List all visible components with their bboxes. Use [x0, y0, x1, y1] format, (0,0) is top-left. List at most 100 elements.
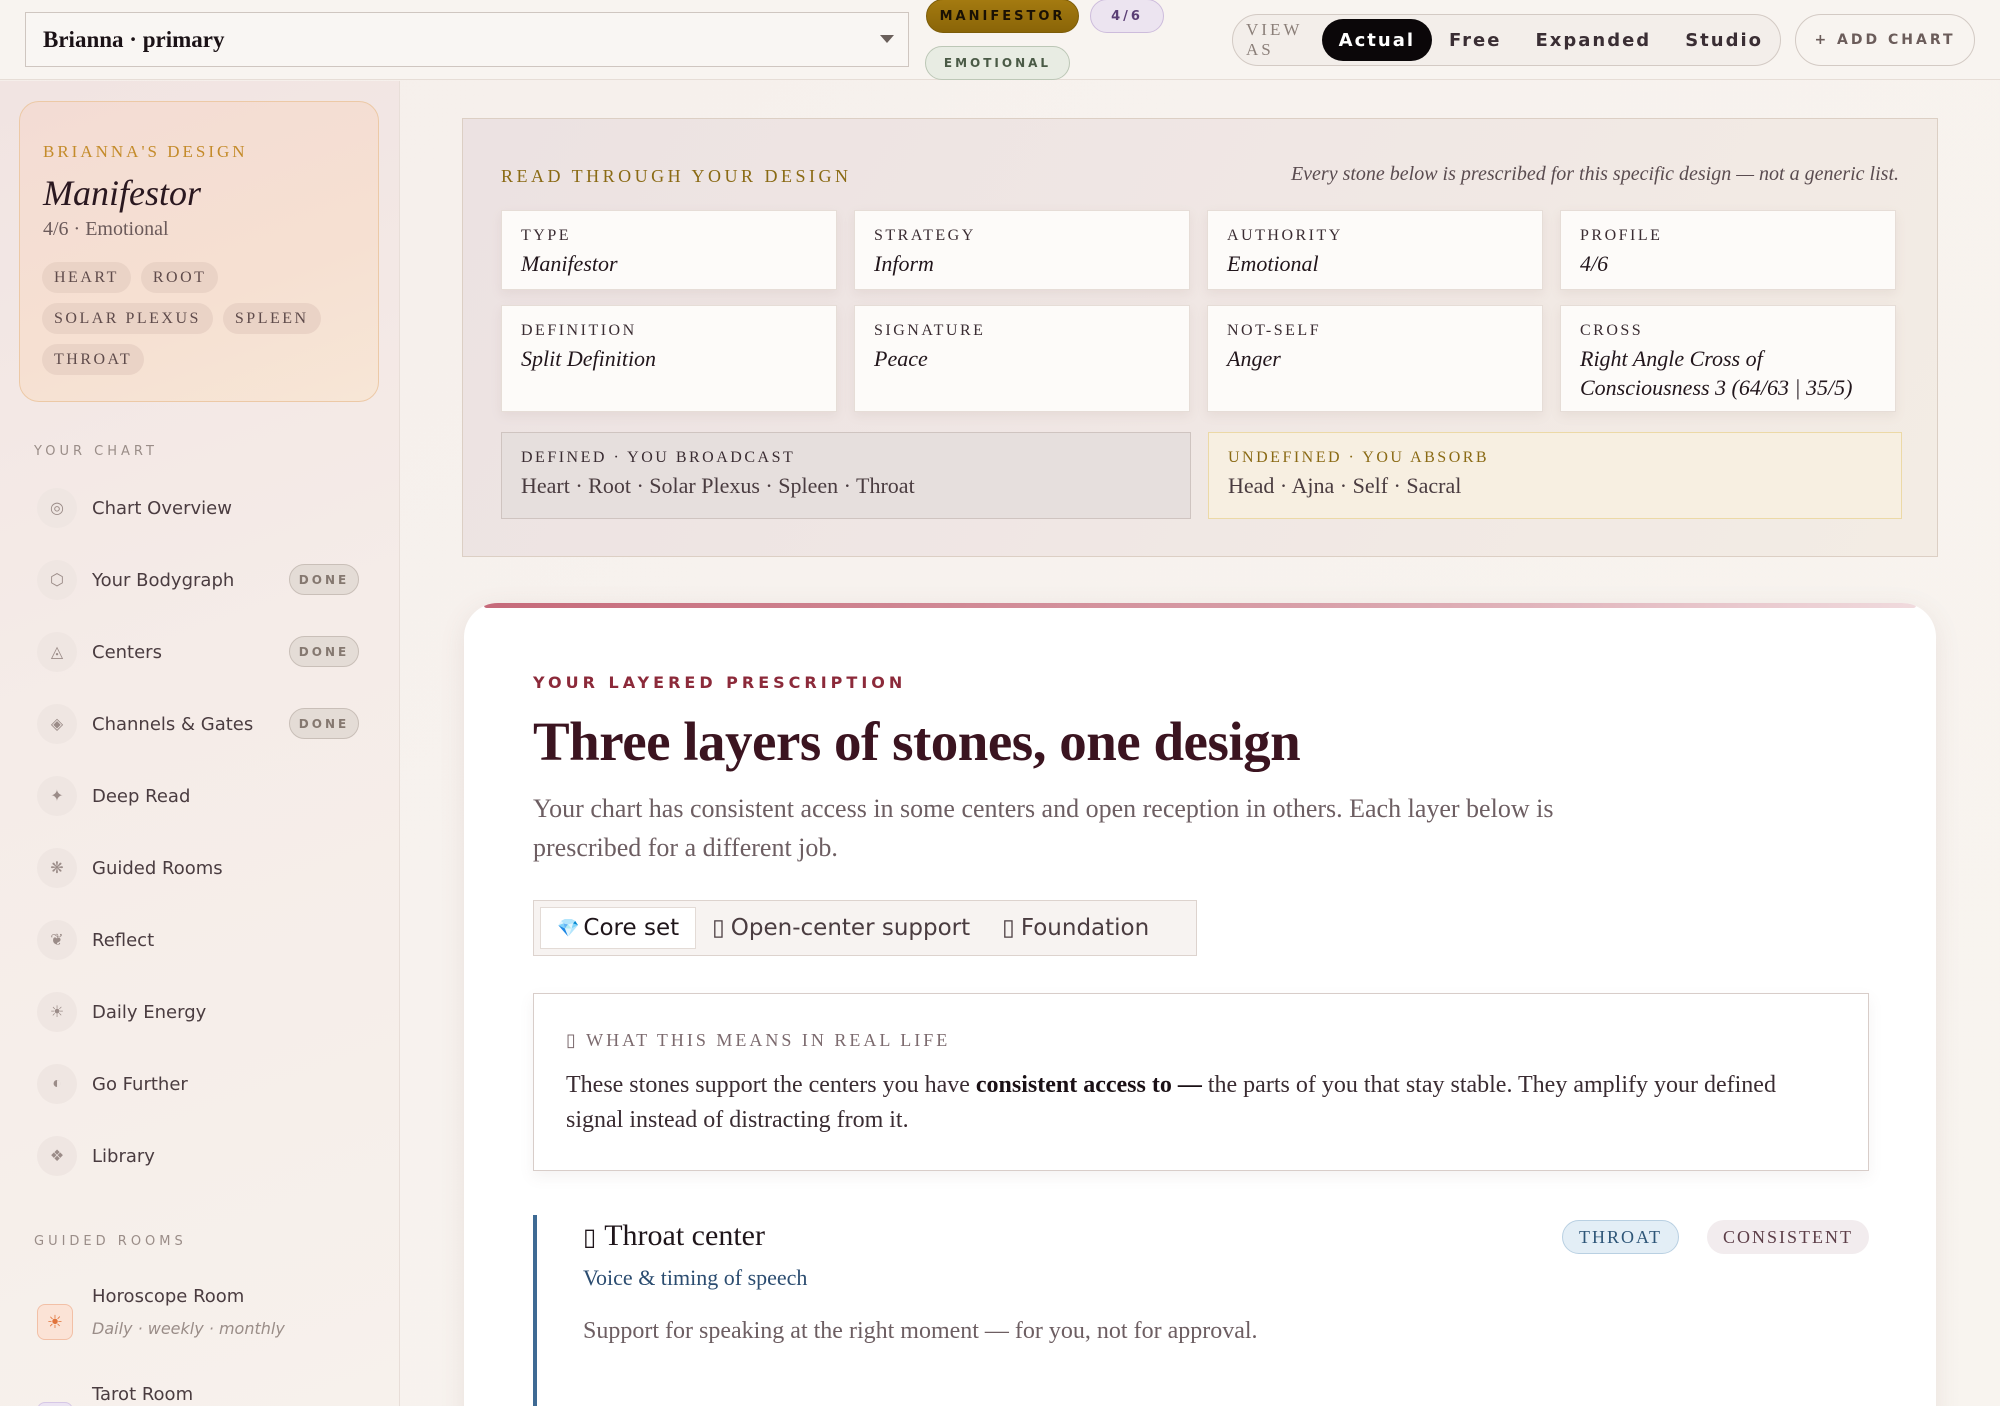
real-life-emphasis: consistent access to —: [975, 1072, 1202, 1098]
layer-tabs: 💎 Core set ▯ Open-center support ▯ Found…: [533, 900, 1197, 956]
hexagon-icon: ⬡: [37, 560, 77, 600]
chevron-down-icon: [880, 35, 894, 43]
fact-definition: DEFINITION Split Definition: [501, 305, 837, 412]
throat-center-card: ▯ Throat center Voice & timing of speech …: [533, 1215, 1869, 1406]
prescription-title: Three layers of stones, one design: [533, 711, 1301, 772]
sidebar-item-deep-read[interactable]: ✦ Deep Read: [37, 776, 362, 816]
view-option-studio[interactable]: Studio: [1668, 19, 1780, 61]
design-card-subtitle: 4/6 · Emotional: [43, 218, 169, 240]
sidebar-item-label: Your Bodygraph: [92, 569, 235, 591]
fact-cross: CROSS Right Angle Cross of Consciousness…: [1560, 305, 1896, 412]
sidebar-item-your-bodygraph[interactable]: ⬡ Your Bodygraph DONE: [37, 560, 362, 600]
sidebar-item-label: Library: [92, 1145, 155, 1167]
star-icon: ✧: [37, 1402, 73, 1406]
undefined-value: Head · Ajna · Self · Sacral: [1228, 473, 1462, 498]
view-as-label: VIEW AS: [1246, 20, 1303, 59]
design-card-type: Manifestor: [43, 173, 201, 213]
undefined-key: UNDEFINED · YOU ABSORB: [1228, 449, 1490, 466]
tab-foundation[interactable]: ▯ Foundation: [986, 907, 1165, 949]
room-title: Horoscope Room: [92, 1286, 245, 1307]
sidebar-item-label: Deep Read: [92, 785, 191, 807]
center-tag: ROOT: [140, 262, 219, 293]
throat-icon: ▯: [583, 1225, 597, 1251]
authority-pill: EMOTIONAL: [925, 46, 1070, 80]
type-pill: MANIFESTOR: [926, 0, 1079, 33]
tab-core-set[interactable]: 💎 Core set: [540, 907, 697, 949]
sidebar-item-label: Channels & Gates: [92, 713, 254, 735]
sidebar-item-centers[interactable]: ◬ Centers DONE: [37, 632, 362, 672]
center-tag: THROAT: [42, 344, 145, 375]
triangle-icon: ◬: [37, 632, 77, 672]
sidebar-item-label: Daily Energy: [92, 1001, 207, 1023]
fact-strategy: STRATEGY Inform: [854, 210, 1190, 290]
sidebar-item-library[interactable]: ❖ Library: [37, 1136, 362, 1176]
foundation-icon: ▯: [1002, 915, 1015, 941]
target-icon: ◎: [37, 488, 77, 528]
real-life-heading: ▯ WHAT THIS MEANS IN REAL LIFE: [566, 1030, 951, 1050]
view-option-expanded[interactable]: Expanded: [1518, 19, 1668, 61]
center-card-body: Support for speaking at the right moment…: [583, 1318, 1258, 1344]
fact-authority: AUTHORITY Emotional: [1207, 210, 1543, 290]
defined-key: DEFINED · YOU BROADCAST: [521, 449, 796, 466]
fact-profile: PROFILE 4/6: [1560, 210, 1896, 290]
fact-value: Right Angle Cross of Consciousness 3 (64…: [1580, 346, 1853, 400]
defined-centers-box: DEFINED · YOU BROADCAST Heart · Root · S…: [501, 432, 1191, 519]
sidebar-item-guided-rooms[interactable]: ❋ Guided Rooms: [37, 848, 362, 888]
sidebar-item-channels-gates[interactable]: ◈ Channels & Gates DONE: [37, 704, 362, 744]
fact-key: PROFILE: [1580, 227, 1663, 244]
read-through-design-panel: READ THROUGH YOUR DESIGN Every stone bel…: [462, 118, 1938, 557]
accent-bar: [484, 603, 1916, 608]
center-card-subtitle: Voice & timing of speech: [583, 1265, 808, 1290]
fact-key: AUTHORITY: [1227, 227, 1343, 244]
read-panel-eyebrow: READ THROUGH YOUR DESIGN: [501, 166, 852, 186]
room-subtitle: Daily · weekly · monthly: [92, 1319, 285, 1338]
layered-prescription-card: YOUR LAYERED PRESCRIPTION Three layers o…: [464, 603, 1936, 1406]
fact-value: Peace: [874, 346, 928, 371]
center-tag: SOLAR PLEXUS: [42, 303, 213, 334]
chart-select-dropdown[interactable]: Brianna · primary: [25, 12, 909, 67]
design-summary-card: BRIANNA'S DESIGN Manifestor 4/6 · Emotio…: [19, 101, 379, 402]
top-bar: Brianna · primary MANIFESTOR 4/6 EMOTION…: [0, 0, 2000, 80]
sidebar-item-daily-energy[interactable]: ☀ Daily Energy: [37, 992, 362, 1032]
room-title: Tarot Room: [92, 1384, 194, 1405]
undefined-centers-box: UNDEFINED · YOU ABSORB Head · Ajna · Sel…: [1208, 432, 1902, 519]
open-center-icon: ▯: [712, 915, 725, 941]
fact-value: Inform: [874, 251, 934, 276]
fact-key: SIGNATURE: [874, 322, 986, 339]
prescription-lead: Your chart has consistent access in some…: [533, 794, 1554, 862]
sidebar-item-label: Go Further: [92, 1073, 188, 1095]
real-life-callout: ▯ WHAT THIS MEANS IN REAL LIFE These sto…: [533, 993, 1869, 1171]
design-card-eyebrow: BRIANNA'S DESIGN: [43, 142, 248, 161]
heart-icon: ❦: [37, 920, 77, 960]
sidebar-item-go-further[interactable]: ◐ Go Further: [37, 1064, 362, 1104]
sun-icon: ☀: [37, 1304, 73, 1340]
read-panel-note: Every stone below is prescribed for this…: [1290, 163, 1899, 185]
view-option-actual[interactable]: Actual: [1321, 19, 1433, 61]
tab-label: Core set: [583, 915, 680, 941]
sidebar-item-label: Centers: [92, 641, 162, 663]
fact-value: 4/6: [1580, 251, 1609, 276]
done-badge: DONE: [289, 564, 359, 595]
tab-open-center-support[interactable]: ▯ Open-center support: [696, 907, 986, 949]
fact-key: NOT-SELF: [1227, 322, 1322, 339]
profile-pill: 4/6: [1090, 0, 1164, 33]
sparkle-icon: ✦: [37, 776, 77, 816]
defined-center-tags: HEART ROOT SOLAR PLEXUS SPLEEN THROAT: [42, 262, 362, 375]
defined-value: Heart · Root · Solar Plexus · Spleen · T…: [521, 473, 915, 498]
fact-signature: SIGNATURE Peace: [854, 305, 1190, 412]
diamond-icon: ◈: [37, 704, 77, 744]
sidebar-item-chart-overview[interactable]: ◎ Chart Overview: [37, 488, 362, 528]
sidebar-item-reflect[interactable]: ❦ Reflect: [37, 920, 362, 960]
half-moon-icon: ◐: [37, 1064, 77, 1104]
fact-value: Split Definition: [521, 346, 657, 371]
view-option-free[interactable]: Free: [1432, 19, 1518, 61]
add-chart-button[interactable]: + ADD CHART: [1795, 14, 1975, 66]
chart-select-value: Brianna · primary: [43, 26, 225, 52]
room-item-horoscope[interactable]: ☀ Horoscope Room Daily · weekly · monthl…: [37, 1286, 367, 1346]
center-card-title: ▯ Throat center: [583, 1219, 765, 1252]
sidebar-item-label: Chart Overview: [92, 497, 232, 519]
guided-rooms-heading: GUIDED ROOMS: [34, 1234, 187, 1249]
fact-key: STRATEGY: [874, 227, 976, 244]
room-item-tarot[interactable]: ✧ Tarot Room: [37, 1384, 367, 1406]
flower-icon: ❋: [37, 848, 77, 888]
